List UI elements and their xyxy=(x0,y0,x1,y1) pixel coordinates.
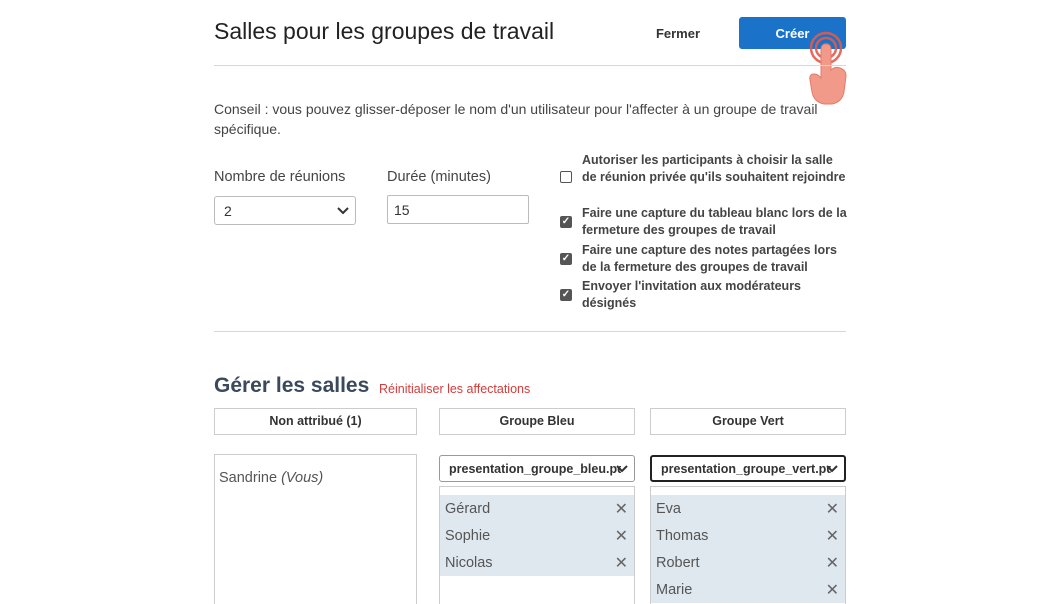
file-name: presentation_groupe_vert.pdf xyxy=(661,461,831,476)
close-icon[interactable]: ✕ xyxy=(826,526,839,546)
close-icon[interactable]: ✕ xyxy=(826,580,839,600)
close-icon[interactable]: ✕ xyxy=(615,526,628,546)
reset-assignments-link[interactable]: Réinitialiser les affectations xyxy=(379,382,530,396)
member-name: Gérard xyxy=(445,500,491,517)
option-allow-choose[interactable]: Autoriser les participants à choisir la … xyxy=(560,152,850,186)
close-icon[interactable]: ✕ xyxy=(615,553,628,573)
chevron-down-icon xyxy=(337,204,349,218)
close-button[interactable]: Fermer xyxy=(640,18,716,48)
list-item[interactable]: Robert ✕ xyxy=(651,549,845,576)
close-icon[interactable]: ✕ xyxy=(826,499,839,519)
unassigned-panel[interactable]: Sandrine (Vous) xyxy=(214,454,417,604)
divider xyxy=(214,65,846,66)
duration-value: 15 xyxy=(394,201,410,218)
user-name: Sandrine xyxy=(219,470,278,486)
option-label: Envoyer l'invitation aux modérateurs dés… xyxy=(582,279,802,310)
divider xyxy=(214,331,846,332)
duration-label: Durée (minutes) xyxy=(387,169,491,185)
green-file-select[interactable]: presentation_groupe_vert.pdf xyxy=(650,455,846,482)
list-item[interactable]: Eva ✕ xyxy=(651,495,845,522)
list-item[interactable]: Sophie ✕ xyxy=(440,522,634,549)
member-name: Eva xyxy=(656,500,681,517)
member-name: Thomas xyxy=(656,527,709,544)
check-icon: ✓ xyxy=(561,253,571,264)
close-icon[interactable]: ✕ xyxy=(615,499,628,519)
chevron-down-icon xyxy=(616,462,628,476)
blue-members-panel[interactable]: Gérard ✕ Sophie ✕ Nicolas ✕ xyxy=(439,486,635,604)
dialog-title: Salles pour les groupes de travail xyxy=(214,18,555,44)
option-label: Autoriser les participants à choisir la … xyxy=(582,153,846,184)
member-name: Sophie xyxy=(445,527,491,544)
option-capture-notes[interactable]: ✓ Faire une capture des notes partagées … xyxy=(560,242,850,276)
option-label: Faire une capture du tableau blanc lors … xyxy=(582,206,847,237)
blue-group-header: Groupe Bleu xyxy=(439,408,635,435)
close-icon[interactable]: ✕ xyxy=(826,553,839,573)
member-name: Robert xyxy=(656,554,700,571)
option-capture-whiteboard[interactable]: ✓ Faire une capture du tableau blanc lor… xyxy=(560,205,850,239)
file-name: presentation_groupe_bleu.pdf xyxy=(449,461,621,476)
tip-text: Conseil : vous pouvez glisser-déposer le… xyxy=(214,101,818,137)
check-icon: ✓ xyxy=(561,289,571,300)
unassigned-header: Non attribué (1) xyxy=(214,408,417,435)
green-group-header: Groupe Vert xyxy=(650,408,846,435)
meetings-label: Nombre de réunions xyxy=(214,169,346,185)
option-label: Faire une capture des notes partagées lo… xyxy=(582,243,837,274)
unassigned-user[interactable]: Sandrine (Vous) xyxy=(219,470,323,486)
manage-title: Gérer les salles xyxy=(214,374,370,397)
option-send-invitation[interactable]: ✓ Envoyer l'invitation aux modérateurs d… xyxy=(560,278,850,312)
checkbox[interactable]: ✓ xyxy=(560,216,572,228)
member-name: Marie xyxy=(656,581,693,598)
checkbox[interactable]: ✓ xyxy=(560,253,572,265)
user-suffix: (Vous) xyxy=(281,470,324,486)
chevron-down-icon xyxy=(826,462,838,476)
list-item[interactable]: Gérard ✕ xyxy=(440,495,634,522)
checkbox[interactable]: ✓ xyxy=(560,289,572,301)
check-icon: ✓ xyxy=(561,216,571,227)
checkbox[interactable] xyxy=(560,171,572,183)
duration-input[interactable]: 15 xyxy=(387,195,529,224)
blue-file-select[interactable]: presentation_groupe_bleu.pdf xyxy=(439,455,635,482)
meetings-value: 2 xyxy=(224,202,232,219)
list-item[interactable]: Thomas ✕ xyxy=(651,522,845,549)
green-members-panel[interactable]: Eva ✕ Thomas ✕ Robert ✕ Marie ✕ xyxy=(650,486,846,604)
list-item[interactable]: Nicolas ✕ xyxy=(440,549,634,576)
member-name: Nicolas xyxy=(445,554,493,571)
meetings-select[interactable]: 2 xyxy=(214,196,356,225)
